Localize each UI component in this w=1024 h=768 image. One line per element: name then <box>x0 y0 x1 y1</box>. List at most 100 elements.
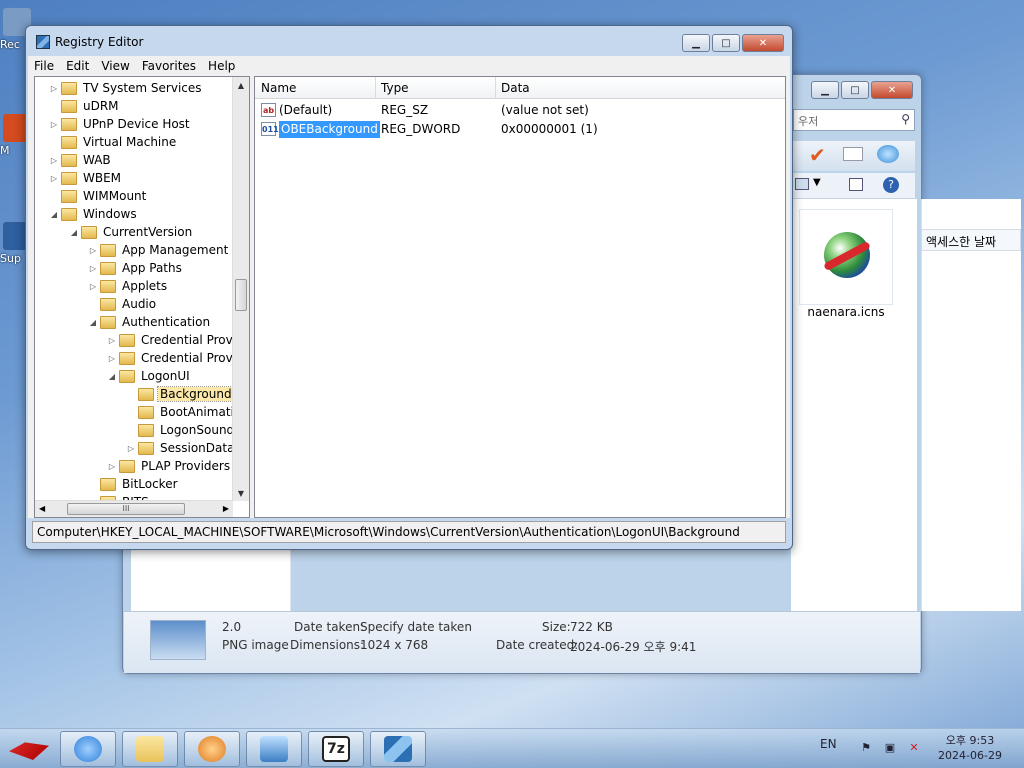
tree-node[interactable]: ▷ Credential Provid <box>107 349 246 367</box>
value-row-obebackground[interactable]: 011 OBEBackground REG_DWORD 0x00000001 (… <box>255 120 785 139</box>
expand-arrow-icon[interactable]: ▷ <box>107 336 117 345</box>
tree-node[interactable]: ▷ WAB <box>49 151 113 169</box>
maximize-button[interactable]: □ <box>841 81 869 99</box>
expand-arrow-icon[interactable]: ▷ <box>49 174 59 183</box>
column-header-type[interactable]: Type <box>375 81 409 95</box>
action-center-flag-icon[interactable]: ⚑ <box>858 741 874 755</box>
language-indicator[interactable]: EN <box>820 737 837 751</box>
volume-muted-icon[interactable]: ✕ <box>906 741 922 755</box>
value-row-default[interactable]: ab (Default) REG_SZ (value not set) <box>255 101 785 120</box>
tree-node-label: Windows <box>83 207 137 221</box>
maximize-button[interactable]: □ <box>712 34 740 52</box>
expand-arrow-icon[interactable]: ▷ <box>88 282 98 291</box>
minimize-button[interactable]: ▁ <box>682 34 710 52</box>
tree-node[interactable]: ▷ App Paths <box>88 259 184 277</box>
explorer-view-toolbar: ▼ ? <box>791 173 915 199</box>
column-header-data[interactable]: Data <box>495 81 530 95</box>
details-date-taken-value[interactable]: Specify date taken <box>360 620 472 634</box>
burn-icon[interactable] <box>877 145 899 163</box>
scroll-right-icon[interactable]: ▶ <box>223 504 229 513</box>
expand-arrow-icon[interactable]: ▷ <box>49 84 59 93</box>
close-button[interactable]: ✕ <box>871 81 913 99</box>
system-clock[interactable]: 오후 9:53 2024-06-29 <box>930 733 1010 763</box>
tree-node[interactable]: ▷ PLAP Providers <box>107 457 232 475</box>
folder-icon <box>119 459 135 473</box>
tree-node[interactable]: ▷ SessionData <box>126 439 236 457</box>
tree-vertical-scrollbar[interactable]: ▲ ▼ <box>232 77 249 501</box>
tree-node[interactable]: LogonSound <box>126 421 236 439</box>
tree-node[interactable]: ▷ UPnP Device Host <box>49 115 192 133</box>
taskbar-button-registry-editor[interactable] <box>370 731 426 767</box>
menu-file[interactable]: File <box>28 59 60 73</box>
menu-favorites[interactable]: Favorites <box>136 59 202 73</box>
start-button[interactable] <box>4 733 54 765</box>
expand-arrow-icon[interactable]: ▷ <box>49 156 59 165</box>
scroll-up-icon[interactable]: ▲ <box>233 77 249 93</box>
file-thumbnail-label: naenara.icns <box>807 305 885 319</box>
network-icon[interactable]: ▣ <box>882 741 898 755</box>
tree-node[interactable]: ◢ Authentication <box>88 313 212 331</box>
tree-node-label: Virtual Machine <box>83 135 177 149</box>
tree-node[interactable]: ▷ WBEM <box>49 169 123 187</box>
taskbar-button-windows-explorer[interactable] <box>122 731 178 767</box>
taskbar-button-7zip[interactable]: 7z <box>308 731 364 767</box>
preview-pane-icon[interactable] <box>849 178 863 191</box>
collapse-arrow-icon[interactable]: ◢ <box>107 372 117 381</box>
media-player-icon <box>198 736 226 762</box>
column-header-name[interactable]: Name <box>255 81 296 95</box>
folder-icon <box>61 99 77 113</box>
taskbar-button-media-player[interactable] <box>184 731 240 767</box>
scroll-down-icon[interactable]: ▼ <box>233 485 249 501</box>
tree-node[interactable]: ▷ App Management <box>88 241 230 259</box>
menu-edit[interactable]: Edit <box>60 59 95 73</box>
tree-node-label: SessionData <box>160 441 235 455</box>
folder-icon <box>100 297 116 311</box>
minimize-button[interactable]: ▁ <box>811 81 839 99</box>
menu-view[interactable]: View <box>95 59 135 73</box>
tree-node[interactable]: uDRM <box>49 97 121 115</box>
scroll-thumb[interactable] <box>235 279 247 311</box>
tree-node[interactable]: Background <box>126 385 235 403</box>
file-thumbnail[interactable] <box>799 209 893 305</box>
tree-node[interactable]: ◢ LogonUI <box>107 367 192 385</box>
column-header-date-accessed[interactable]: 액세스한 날짜 <box>921 229 1021 251</box>
search-input[interactable]: 우저 ⚲ <box>793 109 915 131</box>
expand-arrow-icon[interactable]: ▷ <box>107 354 117 363</box>
expand-arrow-icon[interactable]: ▷ <box>107 462 117 471</box>
taskbar-button-remote-desktop[interactable] <box>246 731 302 767</box>
view-options-icon[interactable] <box>795 178 809 190</box>
expand-arrow-icon[interactable]: ▷ <box>49 120 59 129</box>
help-icon[interactable]: ? <box>883 177 899 193</box>
scroll-left-icon[interactable]: ◀ <box>39 504 45 513</box>
close-button[interactable]: ✕ <box>742 34 784 52</box>
checkmark-icon[interactable]: ✔ <box>809 143 826 167</box>
scroll-thumb-horizontal[interactable]: III <box>67 503 185 515</box>
value-data: 0x00000001 (1) <box>501 122 598 136</box>
tree-node-label: CurrentVersion <box>103 225 193 239</box>
menu-help[interactable]: Help <box>202 59 241 73</box>
expand-arrow-icon[interactable]: ▷ <box>88 264 98 273</box>
tree-node[interactable]: ▷ Credential Provid <box>107 331 246 349</box>
tree-node[interactable]: Audio <box>88 295 158 313</box>
title-bar[interactable]: Registry Editor <box>26 26 792 58</box>
collapse-arrow-icon[interactable]: ◢ <box>49 210 59 219</box>
chevron-down-icon[interactable]: ▼ <box>813 177 821 188</box>
tree-node[interactable]: WIMMount <box>49 187 148 205</box>
expand-arrow-icon[interactable]: ▷ <box>126 444 136 453</box>
registry-tree: ▷ TV System Services uDRM ▷ UPnP Device Host… <box>34 76 250 518</box>
expand-arrow-icon[interactable]: ▷ <box>88 246 98 255</box>
tree-node[interactable]: ◢ CurrentVersion <box>69 223 194 241</box>
collapse-arrow-icon[interactable]: ◢ <box>69 228 79 237</box>
tree-node[interactable]: ◢ Windows <box>49 205 139 223</box>
tree-node[interactable]: ▷ TV System Services <box>49 79 204 97</box>
taskbar-button-internet-explorer[interactable] <box>60 731 116 767</box>
search-icon[interactable]: ⚲ <box>901 112 910 126</box>
tree-horizontal-scrollbar[interactable]: ◀ III ▶ <box>35 500 233 517</box>
collapse-arrow-icon[interactable]: ◢ <box>88 318 98 327</box>
tree-node[interactable]: BootAnimati <box>126 403 236 421</box>
tree-node[interactable]: ▷ Applets <box>88 277 169 295</box>
tree-node-label: LogonUI <box>141 369 190 383</box>
tree-node[interactable]: Virtual Machine <box>49 133 178 151</box>
email-icon[interactable] <box>843 147 863 161</box>
tree-node[interactable]: BitLocker <box>88 475 180 493</box>
